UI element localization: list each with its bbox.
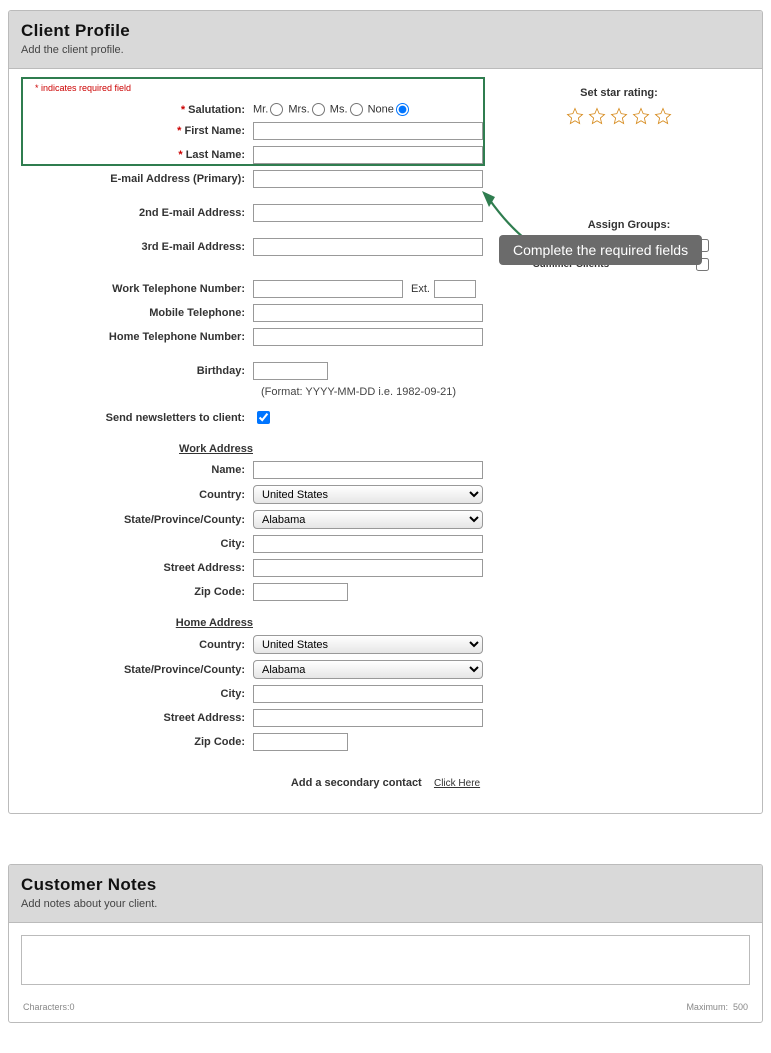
home-phone-input[interactable] (253, 328, 483, 346)
notes-footer: Characters:0 Maximum: 500 (9, 1000, 762, 1022)
label-work-zip: Zip Code: (23, 586, 253, 598)
radio-none[interactable] (396, 103, 409, 116)
row-home-city: City: (23, 685, 748, 703)
row-birthday: Birthday: (23, 362, 748, 380)
home-zip-input[interactable] (253, 733, 348, 751)
label-work-street: Street Address: (23, 562, 253, 574)
label-home-phone: Home Telephone Number: (23, 331, 253, 343)
star-icon[interactable] (632, 107, 650, 128)
label-work-state: State/Province/County: (23, 514, 253, 526)
label-email-3: 3rd E-mail Address: (23, 241, 253, 253)
form-rows: * Salutation: Mr. Mrs. Ms. None * First … (23, 103, 748, 789)
client-profile-body: * indicates required field * Salutation:… (9, 69, 762, 813)
label-mobile-phone: Mobile Telephone: (23, 307, 253, 319)
section-home-address: Home Address (23, 617, 253, 629)
row-newsletter: Send newsletters to client: (23, 408, 748, 427)
secondary-contact: Add a secondary contact Click Here (23, 777, 748, 789)
radio-mr[interactable] (270, 103, 283, 116)
row-work-city: City: (23, 535, 748, 553)
row-work-street: Street Address: (23, 559, 748, 577)
section-work-address: Work Address (23, 443, 253, 455)
row-home-zip: Zip Code: (23, 733, 748, 751)
label-work-country: Country: (23, 489, 253, 501)
notes-area (21, 935, 750, 988)
salutation-radios: Mr. Mrs. Ms. None (253, 103, 411, 116)
label-first-name: * First Name: (23, 125, 253, 137)
row-work-country: Country: United States (23, 485, 748, 504)
annotation-callout: Complete the required fields (499, 235, 702, 265)
label-home-street: Street Address: (23, 712, 253, 724)
row-work-zip: Zip Code: (23, 583, 748, 601)
row-last-name: * Last Name: (23, 146, 748, 164)
home-country-select[interactable]: United States (253, 635, 483, 654)
label-salutation: * Salutation: (23, 104, 253, 116)
panel-subtitle: Add the client profile. (21, 44, 750, 56)
label-birthday: Birthday: (23, 365, 253, 377)
work-street-input[interactable] (253, 559, 483, 577)
label-newsletter: Send newsletters to client: (23, 412, 253, 424)
work-zip-input[interactable] (253, 583, 348, 601)
email-2-input[interactable] (253, 204, 483, 222)
label-email-primary: E-mail Address (Primary): (23, 173, 253, 185)
row-home-state: State/Province/County: Alabama (23, 660, 748, 679)
label-work-city: City: (23, 538, 253, 550)
row-work-phone: Work Telephone Number: Ext. (23, 280, 748, 298)
panel-title: Client Profile (21, 21, 750, 41)
row-email-primary: E-mail Address (Primary): (23, 170, 748, 188)
mobile-phone-input[interactable] (253, 304, 483, 322)
label-work-phone: Work Telephone Number: (23, 283, 253, 295)
work-name-input[interactable] (253, 461, 483, 479)
star-icon[interactable] (610, 107, 628, 128)
radio-mrs[interactable] (312, 103, 325, 116)
work-country-select[interactable]: United States (253, 485, 483, 504)
label-home-city: City: (23, 688, 253, 700)
label-last-name: * Last Name: (23, 149, 253, 161)
work-city-input[interactable] (253, 535, 483, 553)
label-home-country: Country: (23, 639, 253, 651)
row-home-street: Street Address: (23, 709, 748, 727)
work-phone-input[interactable] (253, 280, 403, 298)
row-work-name: Name: (23, 461, 748, 479)
customer-notes-panel: Customer Notes Add notes about your clie… (8, 864, 763, 1023)
birthday-hint: (Format: YYYY-MM-DD i.e. 1982-09-21) (261, 386, 748, 398)
email-primary-input[interactable] (253, 170, 483, 188)
work-state-select[interactable]: Alabama (253, 510, 483, 529)
label-ext: Ext. (411, 283, 430, 295)
home-street-input[interactable] (253, 709, 483, 727)
row-home-phone: Home Telephone Number: (23, 328, 748, 346)
last-name-input[interactable] (253, 146, 483, 164)
star-rating-block: Set star rating: (519, 87, 719, 128)
email-3-input[interactable] (253, 238, 483, 256)
label-work-name: Name: (23, 464, 253, 476)
radio-ms[interactable] (350, 103, 363, 116)
row-work-state: State/Province/County: Alabama (23, 510, 748, 529)
client-profile-header: Client Profile Add the client profile. (9, 11, 762, 69)
home-city-input[interactable] (253, 685, 483, 703)
star-rating (519, 107, 719, 128)
secondary-label: Add a secondary contact (291, 777, 422, 789)
label-home-zip: Zip Code: (23, 736, 253, 748)
customer-notes-header: Customer Notes Add notes about your clie… (9, 865, 762, 923)
home-state-select[interactable]: Alabama (253, 660, 483, 679)
assign-groups-title: Assign Groups: (529, 219, 729, 231)
star-icon[interactable] (588, 107, 606, 128)
birthday-input[interactable] (253, 362, 328, 380)
notes-title: Customer Notes (21, 875, 750, 895)
secondary-link[interactable]: Click Here (434, 778, 480, 789)
notes-subtitle: Add notes about your client. (21, 898, 750, 910)
label-home-state: State/Province/County: (23, 664, 253, 676)
newsletter-checkbox[interactable] (257, 411, 270, 424)
work-phone-ext-input[interactable] (434, 280, 476, 298)
star-icon[interactable] (654, 107, 672, 128)
star-rating-title: Set star rating: (519, 87, 719, 99)
client-profile-panel: Client Profile Add the client profile. *… (8, 10, 763, 814)
star-icon[interactable] (566, 107, 584, 128)
row-home-country: Country: United States (23, 635, 748, 654)
first-name-input[interactable] (253, 122, 483, 140)
notes-textarea[interactable] (21, 935, 750, 985)
row-mobile-phone: Mobile Telephone: (23, 304, 748, 322)
label-email-2: 2nd E-mail Address: (23, 207, 253, 219)
